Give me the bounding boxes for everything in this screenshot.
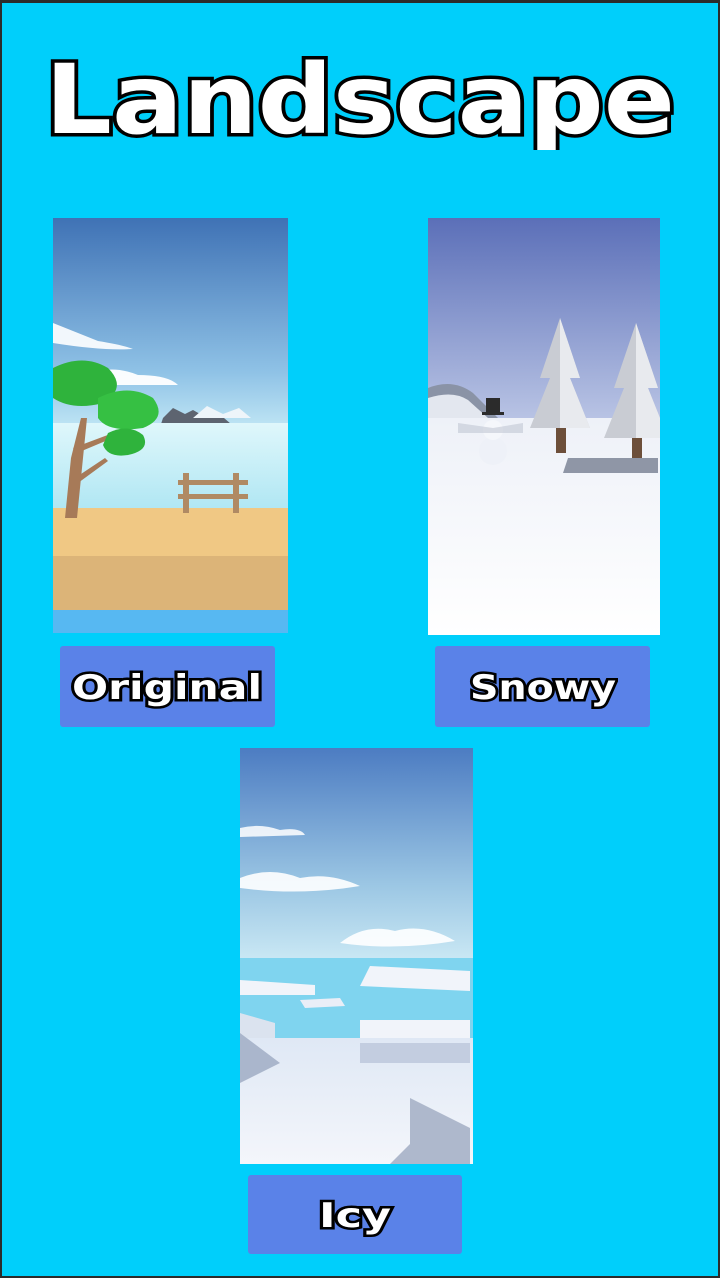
snowy-option-button[interactable]: Snowy [435,646,650,727]
page-title: Landscape [40,55,680,150]
snowy-option-label: Snowy [470,668,616,708]
original-option-label: Original [72,668,262,708]
icy-landscape-thumbnail[interactable] [240,748,473,1164]
original-option-button[interactable]: Original [60,646,275,727]
icy-option-label: Icy [319,1196,391,1236]
original-landscape-thumbnail[interactable] [53,218,288,633]
title-text: Landscape [45,55,675,150]
icy-option-button[interactable]: Icy [248,1175,462,1254]
snowy-landscape-thumbnail[interactable] [428,218,660,635]
